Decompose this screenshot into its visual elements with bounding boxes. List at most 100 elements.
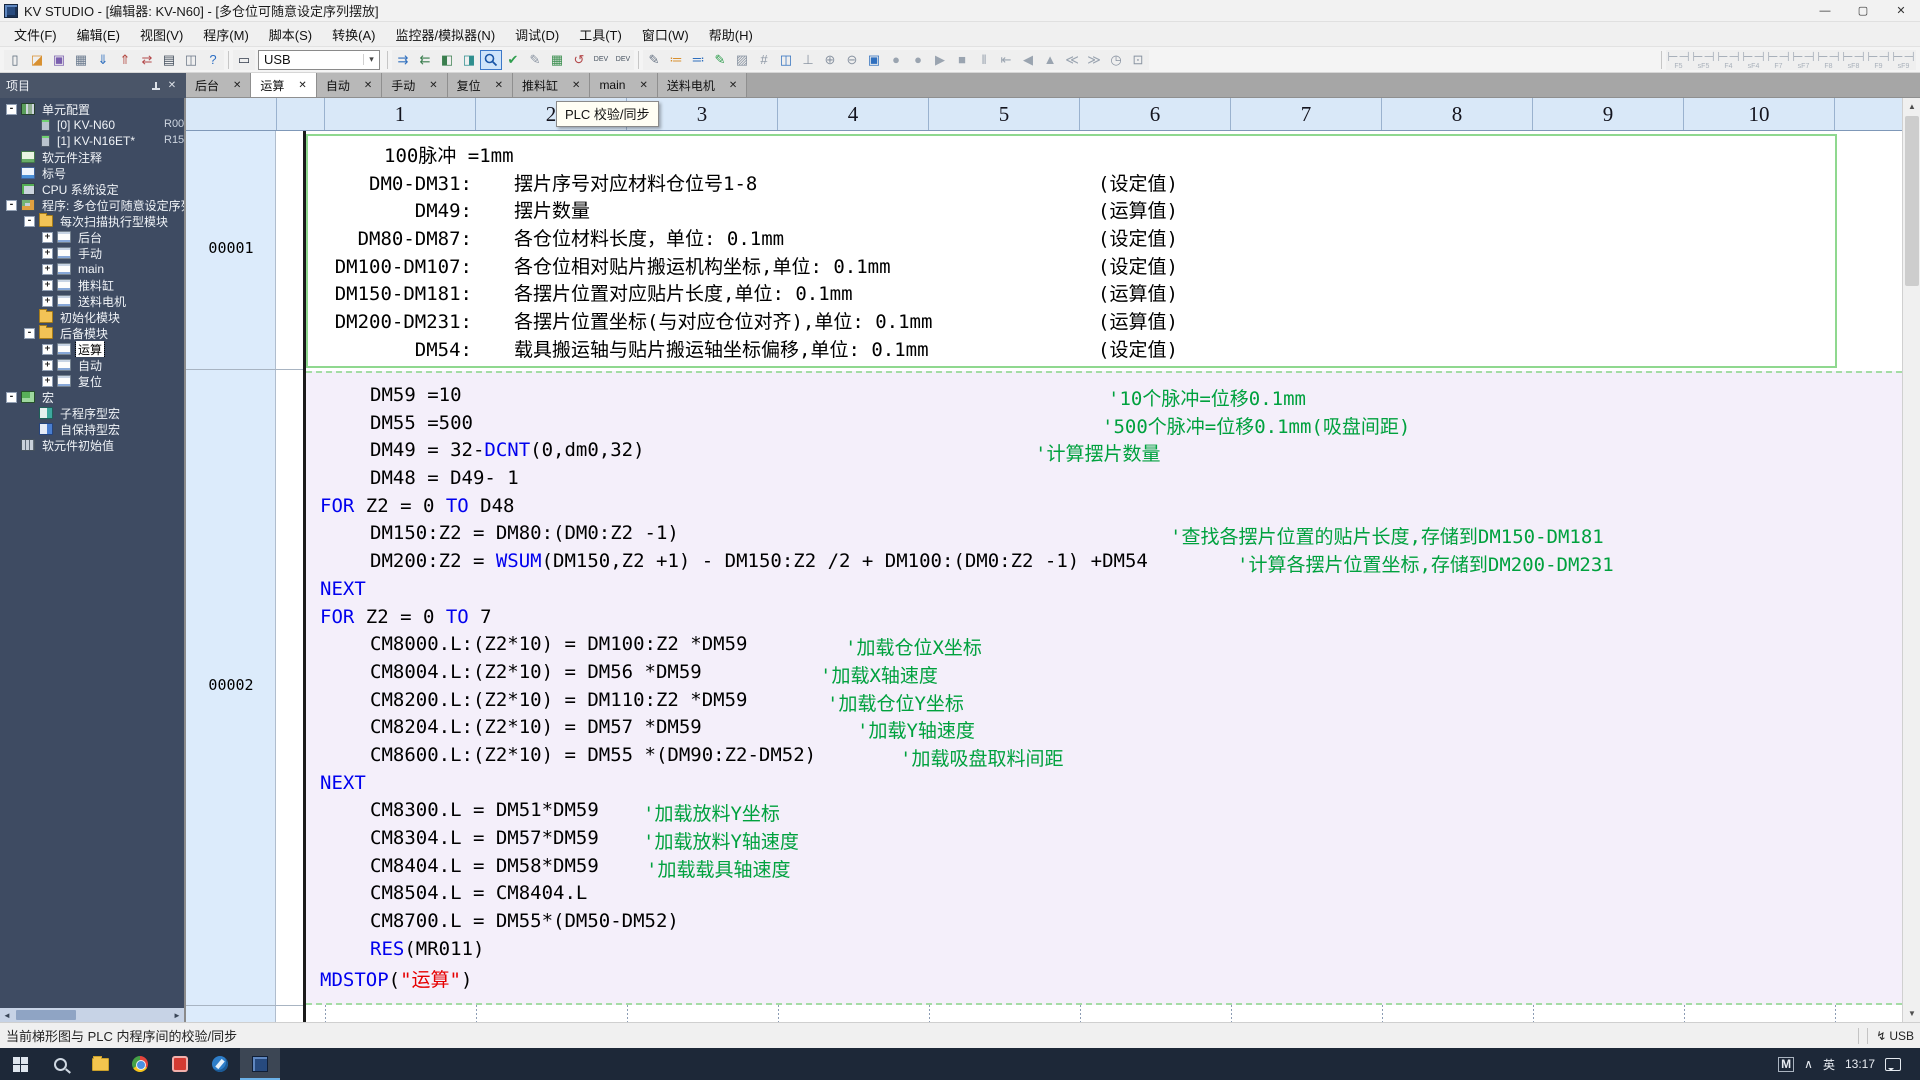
read-from-plc-icon[interactable]: ⇇ — [414, 49, 436, 70]
tree-item-后备模块[interactable]: - 后备模块 — [0, 325, 184, 341]
editor-mode-icon[interactable]: ✎ — [524, 49, 546, 70]
compare-icon[interactable]: ⇄ — [136, 49, 158, 70]
chrome-button[interactable] — [120, 1048, 160, 1080]
red-app-button[interactable] — [160, 1048, 200, 1080]
import-icon[interactable]: ⇓ — [92, 49, 114, 70]
ladder-del-vline-icon[interactable]: ⊢⊣ sF8 — [1841, 49, 1866, 70]
clock[interactable]: 13:17 — [1845, 1057, 1875, 1071]
program-check-icon[interactable]: ✔ — [502, 49, 524, 70]
tree-expander-icon[interactable]: + — [42, 295, 53, 307]
monitor-mode-icon[interactable]: ◧ — [436, 49, 458, 70]
menu-item-程序(M)[interactable]: 程序(M) — [193, 25, 259, 44]
undo-transfer-icon[interactable]: ↺ — [568, 49, 590, 70]
window-split-icon[interactable]: ◫ — [775, 49, 797, 70]
help-icon[interactable]: ? — [202, 49, 224, 70]
ladder-no-contact-icon[interactable]: ⊢⊣ F5 — [1666, 49, 1691, 70]
tab-close-icon[interactable]: ✕ — [572, 80, 580, 91]
stop-icon[interactable]: ■ — [951, 49, 973, 70]
ladder-nc-contact-icon[interactable]: ⊢⊣ sF5 — [1691, 49, 1716, 70]
menu-item-编辑(E)[interactable]: 编辑(E) — [67, 25, 130, 44]
device-monitor-icon[interactable]: DEV — [590, 49, 612, 70]
tab-close-icon[interactable]: ✕ — [298, 80, 306, 91]
save-as-icon[interactable]: ▦ — [70, 49, 92, 70]
step-up-icon[interactable]: ▲ — [1039, 49, 1061, 70]
kv-studio-button[interactable] — [240, 1048, 280, 1080]
print-preview-icon[interactable]: ◫ — [180, 49, 202, 70]
label-list-icon[interactable]: ≕ — [687, 49, 709, 70]
tab-close-icon[interactable]: ✕ — [233, 80, 241, 91]
device-edit-icon[interactable]: DEV — [612, 49, 634, 70]
print-icon[interactable]: ▤ — [158, 49, 180, 70]
zoom-in-icon[interactable]: ⊕ — [819, 49, 841, 70]
ladder-vline-icon[interactable]: ⊢⊣ sF7 — [1791, 49, 1816, 70]
tree-expander-icon[interactable]: - — [24, 327, 35, 339]
scroll-thumb[interactable] — [16, 1010, 76, 1020]
pin-icon[interactable] — [148, 78, 164, 94]
tree-expander-icon[interactable]: - — [6, 103, 17, 115]
tab-送料电机[interactable]: 送料电机 ✕ — [657, 73, 748, 97]
tree-item-标号[interactable]: 标号 — [0, 165, 184, 181]
tree-item-软元件初始值[interactable]: 软元件初始值 — [0, 437, 184, 453]
tree-item-软元件注释[interactable]: 软元件注释 — [0, 149, 184, 165]
record-all-icon[interactable]: ● — [907, 49, 929, 70]
tree-expander-icon[interactable]: + — [42, 343, 53, 355]
tree-item-送料电机[interactable]: + 送料电机 — [0, 293, 184, 309]
tray-m-icon[interactable]: M — [1778, 1056, 1795, 1072]
watch-window-icon[interactable]: ▣ — [863, 49, 885, 70]
ladder-comment-icon[interactable]: ⊢⊣ sF9 — [1891, 49, 1916, 70]
step-back-icon[interactable]: ⇤ — [995, 49, 1017, 70]
menu-item-帮助(H)[interactable]: 帮助(H) — [699, 25, 763, 44]
time-chart-icon[interactable]: ◷ — [1105, 49, 1127, 70]
tree-expander-icon[interactable]: + — [42, 263, 53, 275]
transfer-to-plc-icon[interactable]: ⇉ — [392, 49, 414, 70]
tree-expander-icon[interactable]: + — [42, 231, 53, 243]
simulator-icon[interactable]: ◨ — [458, 49, 480, 70]
tree-expander-icon[interactable]: - — [6, 391, 17, 403]
comment-list-icon[interactable]: ≔ — [665, 49, 687, 70]
tab-main[interactable]: main ✕ — [590, 73, 658, 97]
branch-icon[interactable]: ⊥ — [797, 49, 819, 70]
tree-item-单元配置[interactable]: - 单元配置 — [0, 101, 184, 117]
tree-item-程序: 多仓位可随意设定序列摆放[interactable]: -程序: 多仓位可随意设定序列摆放 — [0, 197, 184, 213]
tree-item-手动[interactable]: + 手动 — [0, 245, 184, 261]
record-icon[interactable]: ● — [885, 49, 907, 70]
ladder-view-icon[interactable]: # — [753, 49, 775, 70]
communication-setting-icon[interactable]: ▭ — [233, 49, 255, 70]
script-edit-icon[interactable]: ✎ — [709, 49, 731, 70]
tree-expander-icon[interactable]: - — [24, 215, 35, 227]
ladder-instruction-icon[interactable]: ⊢⊣ F9 — [1866, 49, 1891, 70]
tree-item-[0] KV-N60[interactable]: [0] KV-N60 R000 — [0, 117, 184, 133]
menu-item-视图(V)[interactable]: 视图(V) — [130, 25, 193, 44]
tab-运算[interactable]: 运算 ✕ — [251, 73, 317, 97]
ladder-set-coil-icon[interactable]: ⊢⊣ sF4 — [1741, 49, 1766, 70]
menu-item-转换(A)[interactable]: 转换(A) — [322, 25, 385, 44]
tab-推料缸[interactable]: 推料缸 ✕ — [513, 73, 591, 97]
scroll-track[interactable] — [14, 1008, 170, 1022]
scroll-up-icon[interactable]: ▲ — [1903, 98, 1920, 115]
file-explorer-button[interactable] — [80, 1048, 120, 1080]
tree-item-宏[interactable]: -宏 — [0, 389, 184, 405]
tree-item-初始化模块[interactable]: 初始化模块 — [0, 309, 184, 325]
tree-expander-icon[interactable]: + — [42, 279, 53, 291]
plc-verify-sync-icon[interactable] — [480, 49, 502, 70]
tab-close-icon[interactable]: ✕ — [429, 80, 437, 91]
open-project-icon[interactable]: ◪ — [26, 49, 48, 70]
tray-expand-icon[interactable]: ∧ — [1804, 1057, 1813, 1071]
menu-item-文件(F)[interactable]: 文件(F) — [4, 25, 67, 44]
maximize-button[interactable]: ▢ — [1844, 0, 1882, 21]
language-indicator[interactable]: 英 — [1823, 1056, 1835, 1073]
ladder-out-coil-icon[interactable]: ⊢⊣ F4 — [1716, 49, 1741, 70]
comment-block-00001[interactable]: 100脉冲 =1mm DM0-DM31: 摆片序号对应材料仓位号1-8 (设定值) DM… — [306, 134, 1837, 368]
tree-item-[1] KV-N16ET*[interactable]: [1] KV-N16ET* R150 — [0, 133, 184, 149]
jump-first-icon[interactable]: ≪ — [1061, 49, 1083, 70]
tree-expander-icon[interactable]: + — [42, 359, 53, 371]
tree-item-自动[interactable]: + 自动 — [0, 357, 184, 373]
search-button[interactable] — [40, 1048, 80, 1080]
editor-vertical-scrollbar[interactable]: ▲ ▼ — [1902, 98, 1920, 1022]
tree-item-推料缸[interactable]: + 推料缸 — [0, 277, 184, 293]
tree-expander-icon[interactable]: + — [42, 247, 53, 259]
ladder-del-hline-icon[interactable]: ⊢⊣ F8 — [1816, 49, 1841, 70]
editor-canvas[interactable]: 100脉冲 =1mm DM0-DM31: 摆片序号对应材料仓位号1-8 (设定值) DM… — [186, 131, 1902, 1022]
save-project-icon[interactable]: ▣ — [48, 49, 70, 70]
tab-后台[interactable]: 后台 ✕ — [186, 73, 252, 97]
